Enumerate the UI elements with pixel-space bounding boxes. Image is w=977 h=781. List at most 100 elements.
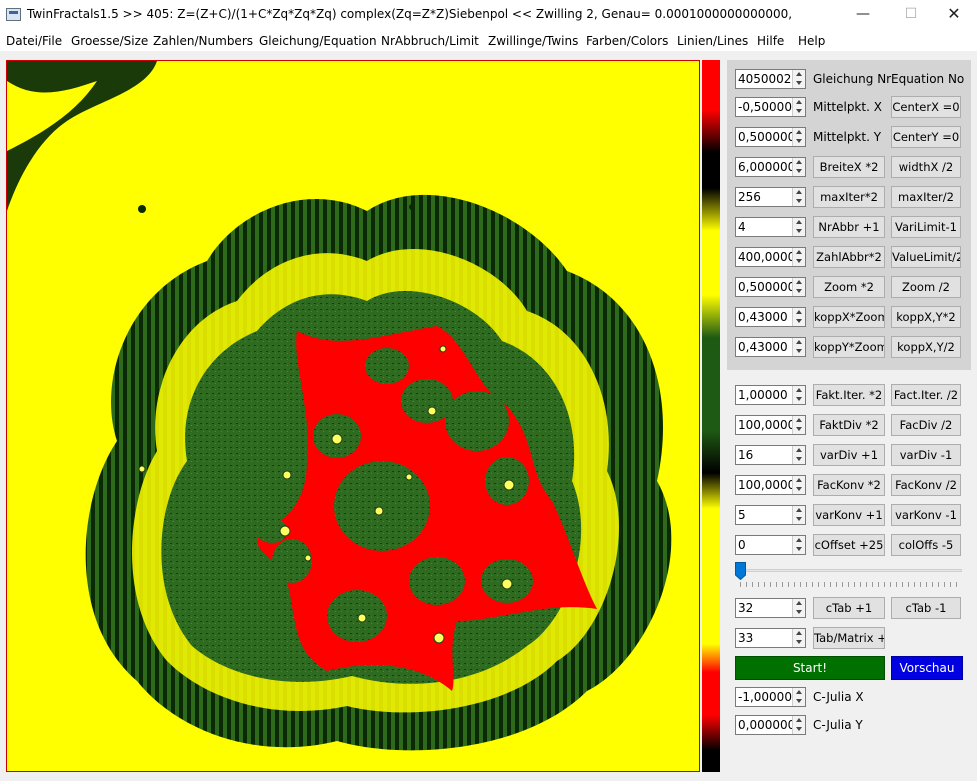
spin-up-icon[interactable] xyxy=(796,310,802,314)
menu-groesse[interactable]: Groesse/Size xyxy=(71,34,148,48)
fakt-iter-spinbox[interactable]: 1,00000 xyxy=(735,385,806,405)
kopp-y-zoom-button[interactable]: koppY*Zoom xyxy=(813,336,885,358)
c-tab-dec-button[interactable]: cTab -1 xyxy=(891,597,961,619)
spin-down-icon[interactable] xyxy=(796,397,802,401)
spin-up-icon[interactable] xyxy=(796,340,802,344)
spin-up-icon[interactable] xyxy=(796,160,802,164)
center-x-spinbox[interactable]: -0,5000000 xyxy=(735,97,806,117)
var-div-inc-button[interactable]: varDiv +1 xyxy=(813,444,885,466)
c-tab-inc-button[interactable]: cTab +1 xyxy=(813,597,885,619)
spin-up-icon[interactable] xyxy=(796,190,802,194)
color-slider-thumb[interactable] xyxy=(735,562,746,580)
spin-down-icon[interactable] xyxy=(796,289,802,293)
c-tab-spinbox[interactable]: 32 xyxy=(735,598,806,618)
menu-farben[interactable]: Farben/Colors xyxy=(586,34,668,48)
var-div-spinbox[interactable]: 16 xyxy=(735,445,806,465)
center-y-reset-button[interactable]: CenterY =0 xyxy=(891,126,961,148)
spin-up-icon[interactable] xyxy=(796,100,802,104)
spin-up-icon[interactable] xyxy=(796,220,802,224)
width-spinbox[interactable]: 6,0000000 xyxy=(735,157,806,177)
spin-down-icon[interactable] xyxy=(796,109,802,113)
spin-down-icon[interactable] xyxy=(796,640,802,644)
spin-up-icon[interactable] xyxy=(796,538,802,542)
zoom-spinbox[interactable]: 0,5000000 xyxy=(735,277,806,297)
spin-down-icon[interactable] xyxy=(796,169,802,173)
c-offset-spinbox[interactable]: 0 xyxy=(735,535,806,555)
nr-abbr-inc-button[interactable]: NrAbbr +1 xyxy=(813,216,885,238)
zahl-abbr-double-button[interactable]: ZahlAbbr*2 xyxy=(813,246,885,268)
spin-down-icon[interactable] xyxy=(796,319,802,323)
kopp-xy-double-button[interactable]: koppX,Y*2 xyxy=(891,306,961,328)
value-limit-half-button[interactable]: ValueLimit/2 xyxy=(891,246,961,268)
width-double-button[interactable]: BreiteX *2 xyxy=(813,156,885,178)
c-offset-inc-button[interactable]: cOffset +25 xyxy=(813,534,885,556)
spin-down-icon[interactable] xyxy=(796,349,802,353)
kopp-x-zoom-button[interactable]: koppX*Zoom xyxy=(813,306,885,328)
max-iter-double-button[interactable]: maxIter*2 xyxy=(813,186,885,208)
var-konv-inc-button[interactable]: varKonv +1 xyxy=(813,504,885,526)
menu-hilfe[interactable]: Hilfe xyxy=(757,34,784,48)
vari-limit-dec-button[interactable]: VariLimit-1 xyxy=(891,216,961,238)
color-slider-track[interactable] xyxy=(740,569,962,572)
c-julia-x-spinbox[interactable]: -1,0000000 xyxy=(735,687,806,707)
spin-down-icon[interactable] xyxy=(796,229,802,233)
fac-konv-double-button[interactable]: FacKonv *2 xyxy=(813,474,885,496)
spin-up-icon[interactable] xyxy=(796,72,802,76)
start-button[interactable]: Start! xyxy=(735,656,885,680)
spin-up-icon[interactable] xyxy=(796,690,802,694)
fakt-div-double-button[interactable]: FaktDiv *2 xyxy=(813,414,885,436)
zahl-abbr-spinbox[interactable]: 400,000000 xyxy=(735,247,806,267)
kopp-xy-half-button[interactable]: koppX,Y/2 xyxy=(891,336,961,358)
spin-up-icon[interactable] xyxy=(796,418,802,422)
spin-up-icon[interactable] xyxy=(796,448,802,452)
var-konv-spinbox[interactable]: 5 xyxy=(735,505,806,525)
preview-button[interactable]: Vorschau xyxy=(891,656,963,680)
spin-up-icon[interactable] xyxy=(796,280,802,284)
tab-matrix-inc-button[interactable]: Tab/Matrix + xyxy=(813,627,885,649)
spin-down-icon[interactable] xyxy=(796,547,802,551)
zoom-half-button[interactable]: Zoom /2 xyxy=(891,276,961,298)
spin-down-icon[interactable] xyxy=(796,427,802,431)
zoom-double-button[interactable]: Zoom *2 xyxy=(813,276,885,298)
menu-datei[interactable]: Datei/File xyxy=(6,34,62,48)
spin-down-icon[interactable] xyxy=(796,487,802,491)
menu-nrabbruch[interactable]: NrAbbruch/Limit xyxy=(381,34,479,48)
c-julia-y-spinbox[interactable]: 0,0000000 xyxy=(735,715,806,735)
var-konv-dec-button[interactable]: varKonv -1 xyxy=(891,504,961,526)
menu-help[interactable]: Help xyxy=(798,34,825,48)
nr-abbr-spinbox[interactable]: 4 xyxy=(735,217,806,237)
center-x-reset-button[interactable]: CenterX =0 xyxy=(891,96,961,118)
spin-down-icon[interactable] xyxy=(796,457,802,461)
var-div-dec-button[interactable]: varDiv -1 xyxy=(891,444,961,466)
fac-konv-spinbox[interactable]: 100,000000 xyxy=(735,475,806,495)
fakt-iter-double-button[interactable]: Fakt.Iter. *2 xyxy=(813,384,885,406)
spin-up-icon[interactable] xyxy=(796,478,802,482)
spin-down-icon[interactable] xyxy=(796,699,802,703)
spin-up-icon[interactable] xyxy=(796,601,802,605)
kopp-y-spinbox[interactable]: 0,43000 xyxy=(735,337,806,357)
spin-up-icon[interactable] xyxy=(796,718,802,722)
fact-iter-half-button[interactable]: Fact.Iter. /2 xyxy=(891,384,961,406)
spin-up-icon[interactable] xyxy=(796,508,802,512)
menu-gleichung[interactable]: Gleichung/Equation xyxy=(259,34,377,48)
spin-up-icon[interactable] xyxy=(796,631,802,635)
spin-down-icon[interactable] xyxy=(796,81,802,85)
spin-down-icon[interactable] xyxy=(796,727,802,731)
fac-konv-half-button[interactable]: FacKonv /2 xyxy=(891,474,961,496)
equation-spinbox[interactable]: 4050002 xyxy=(735,69,806,89)
spin-up-icon[interactable] xyxy=(796,130,802,134)
max-iter-spinbox[interactable]: 256 xyxy=(735,187,806,207)
spin-down-icon[interactable] xyxy=(796,199,802,203)
tab-matrix-spinbox[interactable]: 33 xyxy=(735,628,806,648)
maximize-button[interactable]: ☐ xyxy=(888,0,934,30)
menu-linien[interactable]: Linien/Lines xyxy=(677,34,748,48)
menu-zahlen[interactable]: Zahlen/Numbers xyxy=(153,34,253,48)
max-iter-half-button[interactable]: maxIter/2 xyxy=(891,186,961,208)
minimize-button[interactable]: — xyxy=(840,0,886,30)
spin-up-icon[interactable] xyxy=(796,250,802,254)
fac-div-half-button[interactable]: FacDiv /2 xyxy=(891,414,961,436)
spin-down-icon[interactable] xyxy=(796,259,802,263)
spin-down-icon[interactable] xyxy=(796,139,802,143)
menu-zwillinge[interactable]: Zwillinge/Twins xyxy=(488,34,578,48)
spin-up-icon[interactable] xyxy=(796,388,802,392)
